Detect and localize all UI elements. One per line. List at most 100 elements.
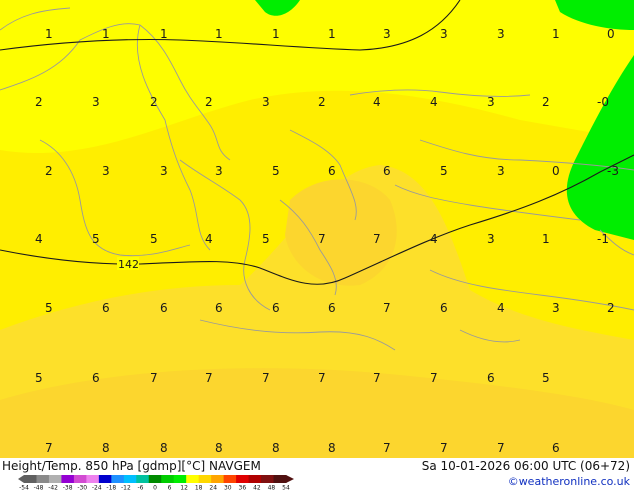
grid-value: 5 — [542, 371, 550, 385]
grid-value: 1 — [272, 27, 280, 41]
scale-swatch — [111, 475, 125, 483]
grid-value: 4 — [430, 95, 438, 109]
grid-value: 2 — [542, 95, 550, 109]
grid-value: 7 — [497, 441, 505, 455]
grid-value: 3 — [440, 27, 448, 41]
grid-value: 7 — [383, 441, 391, 455]
grid-value: 3 — [262, 95, 270, 109]
scale-swatch — [123, 475, 137, 483]
grid-value: -1 — [597, 232, 609, 246]
scale-tick: -42 — [48, 485, 58, 490]
scale-tick: 0 — [153, 485, 157, 490]
scale-swatch — [161, 475, 175, 483]
grid-value: -0 — [597, 95, 609, 109]
weather-map: 142 1 1 1 1 1 1 3 3 3 1 0 2 3 2 2 3 2 4 4 3 2 -0 2 3 3 3 5 6 6 5 3 0 -3 4… — [0, 0, 634, 458]
scale-arrow-right — [286, 475, 294, 483]
grid-value: 7 — [373, 232, 381, 246]
footer: Height/Temp. 850 hPa [gdmp][°C] NAVGEM S… — [0, 458, 634, 490]
scale-tick: 30 — [224, 485, 232, 490]
grid-value: 8 — [160, 441, 168, 455]
grid-value: 5 — [272, 164, 280, 178]
scale-swatch — [148, 475, 162, 483]
grid-value: 1 — [102, 27, 110, 41]
grid-value: 8 — [215, 441, 223, 455]
grid-value: 2 — [150, 95, 158, 109]
color-scale: -54 -48 -42 -38 -30 -24 -18 -12 -6 0 6 12 18 24 30 36 42… — [18, 475, 294, 490]
scale-swatch — [86, 475, 100, 483]
scale-tick: 24 — [209, 485, 217, 490]
grid-value: 7 — [440, 441, 448, 455]
grid-value: 3 — [497, 164, 505, 178]
grid-value: 2 — [205, 95, 213, 109]
scale-swatch — [36, 475, 50, 483]
grid-value: 4 — [430, 232, 438, 246]
grid-value: 2 — [35, 95, 43, 109]
grid-value: 6 — [215, 301, 223, 315]
scale-swatch — [73, 475, 87, 483]
grid-value: 5 — [150, 232, 158, 246]
credit-link[interactable]: ©weatheronline.co.uk — [508, 475, 630, 488]
scale-swatch — [248, 475, 262, 483]
grid-value: -3 — [607, 164, 619, 178]
scale-tick: 36 — [239, 485, 247, 490]
scale-tick: 42 — [253, 485, 261, 490]
grid-value: 4 — [373, 95, 381, 109]
grid-value: 5 — [92, 232, 100, 246]
grid-value: 6 — [160, 301, 168, 315]
scale-tick: 48 — [268, 485, 276, 490]
grid-value: 4 — [497, 301, 505, 315]
grid-value: 6 — [92, 371, 100, 385]
grid-value: 5 — [440, 164, 448, 178]
scale-swatch — [211, 475, 225, 483]
scale-swatch — [198, 475, 212, 483]
scale-tick: -6 — [137, 485, 143, 490]
grid-value: 1 — [215, 27, 223, 41]
grid-value: 3 — [383, 27, 391, 41]
grid-value: 7 — [318, 371, 326, 385]
grid-value: 2 — [318, 95, 326, 109]
grid-value: 5 — [45, 301, 53, 315]
grid-value: 7 — [430, 371, 438, 385]
isoline-label: 142 — [118, 258, 139, 271]
scale-swatch — [236, 475, 250, 483]
grid-value: 0 — [552, 164, 560, 178]
scale-tick: 54 — [282, 485, 290, 490]
scale-swatch — [273, 475, 287, 483]
grid-value: 6 — [272, 301, 280, 315]
grid-value: 1 — [542, 232, 550, 246]
valid-time: Sa 10-01-2026 06:00 UTC (06+72) — [421, 459, 630, 473]
scale-tick: -24 — [92, 485, 102, 490]
grid-value: 7 — [205, 371, 213, 385]
grid-value: 6 — [328, 164, 336, 178]
scale-tick: -12 — [121, 485, 131, 490]
scale-swatch — [173, 475, 187, 483]
grid-value: 7 — [150, 371, 158, 385]
scale-tick: -30 — [77, 485, 87, 490]
grid-value: 3 — [487, 95, 495, 109]
scale-tick: -18 — [106, 485, 116, 490]
grid-value: 1 — [328, 27, 336, 41]
grid-value: 8 — [328, 441, 336, 455]
grid-value: 3 — [497, 27, 505, 41]
scale-swatch — [98, 475, 112, 483]
grid-value: 3 — [487, 232, 495, 246]
scale-tick: 6 — [168, 485, 172, 490]
grid-value: 1 — [160, 27, 168, 41]
scale-swatch — [48, 475, 62, 483]
scale-tick: -54 — [19, 485, 29, 490]
scale-swatch — [223, 475, 237, 483]
grid-value: 7 — [45, 441, 53, 455]
grid-value: 3 — [92, 95, 100, 109]
grid-value: 3 — [160, 164, 168, 178]
grid-value: 3 — [102, 164, 110, 178]
grid-value: 0 — [607, 27, 615, 41]
grid-value: 6 — [383, 164, 391, 178]
grid-value: 6 — [102, 301, 110, 315]
grid-value: 2 — [607, 301, 615, 315]
grid-value: 8 — [272, 441, 280, 455]
scale-swatch — [136, 475, 150, 483]
grid-value: 6 — [328, 301, 336, 315]
grid-value: 7 — [383, 301, 391, 315]
grid-value: 7 — [318, 232, 326, 246]
grid-value: 6 — [487, 371, 495, 385]
